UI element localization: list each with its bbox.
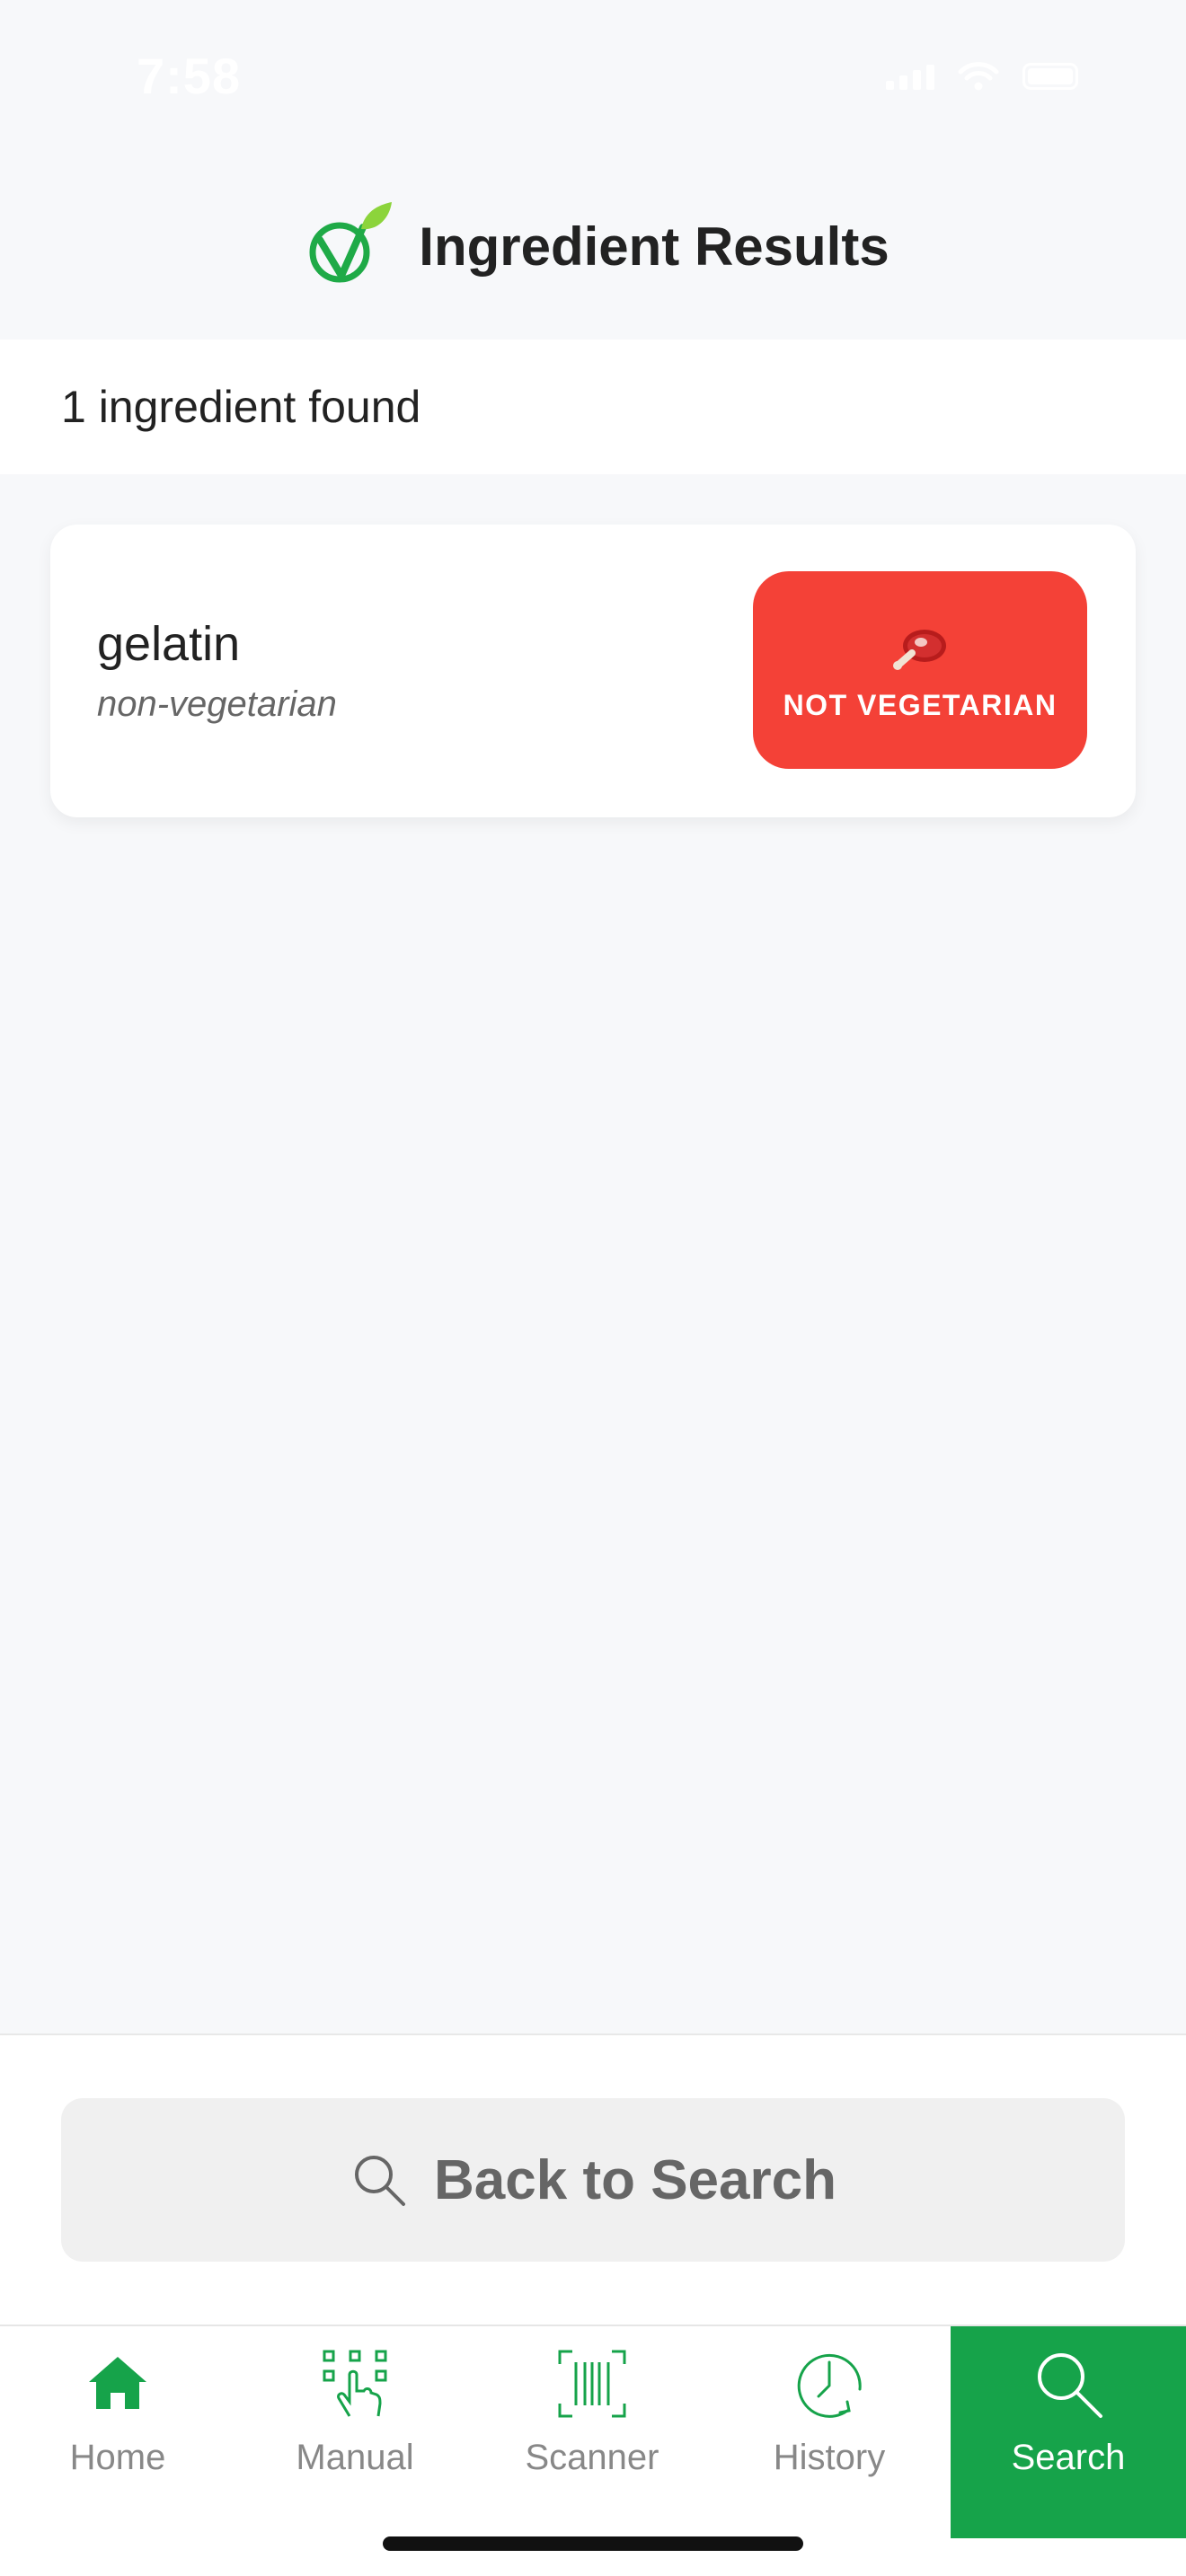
tab-bar: Home Manual Scanner History Search bbox=[0, 2325, 1186, 2576]
tab-manual[interactable]: Manual bbox=[237, 2326, 473, 2538]
home-icon bbox=[89, 2357, 146, 2409]
tab-scanner[interactable]: Scanner bbox=[474, 2326, 710, 2538]
status-label: NOT VEGETARIAN bbox=[783, 688, 1058, 721]
ingredient-name: gelatin bbox=[97, 617, 241, 671]
tab-home[interactable]: Home bbox=[0, 2326, 235, 2538]
back-to-search-label: Back to Search bbox=[434, 2148, 836, 2211]
results-count: 1 ingredient found bbox=[61, 382, 421, 432]
manual-entry-icon bbox=[323, 2350, 387, 2417]
battery-icon bbox=[1022, 63, 1078, 90]
bottom-action-area: Back to Search bbox=[0, 2033, 1186, 2325]
status-icons bbox=[886, 61, 1078, 92]
ingredient-card[interactable]: gelatin non-vegetarian NOT VEGETARIAN bbox=[50, 525, 1136, 817]
search-icon bbox=[1038, 2353, 1102, 2418]
meat-icon bbox=[893, 629, 946, 670]
header: Ingredient Results bbox=[0, 153, 1186, 340]
tab-label-scanner: Scanner bbox=[525, 2438, 659, 2477]
status-bar: 7:58 bbox=[0, 0, 1186, 153]
vegetarian-logo-icon bbox=[309, 202, 393, 283]
tab-label-manual: Manual bbox=[296, 2438, 414, 2477]
ingredient-type: non-vegetarian bbox=[97, 684, 337, 724]
back-to-search-button[interactable]: Back to Search bbox=[61, 2098, 1125, 2262]
history-clock-icon bbox=[797, 2353, 862, 2418]
tab-label-search: Search bbox=[1011, 2438, 1126, 2477]
status-badge: NOT VEGETARIAN bbox=[753, 571, 1087, 769]
tab-label-home: Home bbox=[69, 2438, 166, 2477]
tab-history[interactable]: History bbox=[712, 2326, 947, 2538]
status-time: 7:58 bbox=[137, 48, 242, 104]
page-title: Ingredient Results bbox=[419, 216, 890, 277]
search-icon bbox=[355, 2156, 405, 2206]
signal-icon bbox=[886, 63, 934, 90]
wifi-icon bbox=[958, 62, 999, 91]
home-indicator[interactable] bbox=[383, 2536, 803, 2551]
tab-label-history: History bbox=[773, 2438, 886, 2477]
screen: 7:58 Ingredient Results 1 ingredient fou… bbox=[0, 0, 1186, 2576]
results-count-bar: 1 ingredient found bbox=[0, 340, 1186, 474]
tab-search[interactable]: Search bbox=[951, 2326, 1186, 2538]
barcode-scanner-icon bbox=[558, 2350, 626, 2418]
